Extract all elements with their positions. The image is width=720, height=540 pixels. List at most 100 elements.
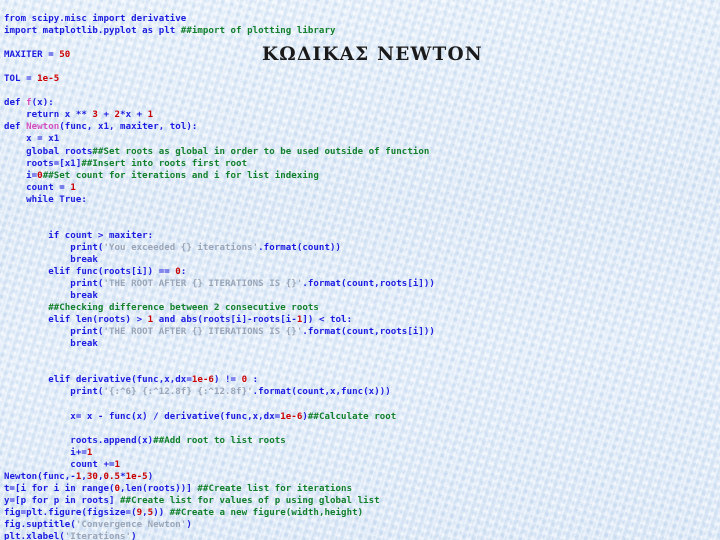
code-line: return x ** 3 + 2*x + 1 [4, 109, 720, 121]
code-line: roots=[x1]##Insert into roots first root [4, 158, 720, 170]
code-token-plain: .format(count,roots[i])) [302, 327, 435, 338]
code-token-num: 50 [59, 50, 71, 61]
code-token-plain: ) != [213, 375, 242, 386]
code-token-str: 'Convergence Newton' [75, 519, 187, 530]
code-token-plain: x = x1 [4, 134, 60, 145]
code-line: i+=1 [4, 447, 720, 459]
code-line: roots.append(x)##Add root to list roots [4, 435, 720, 447]
code-token-plain: plt.xlabel( [4, 532, 65, 540]
slide-canvas: from scipy.misc import derivative import … [0, 0, 720, 540]
code-token-com: ##Add root to list roots [153, 435, 286, 446]
code-line: x = x1 [4, 133, 720, 145]
code-token-plain: roots.append(x) [4, 435, 154, 446]
code-token-plain: (func, x1, maxiter, tol): [59, 122, 198, 133]
code-token-plain: fig.suptitle( [4, 519, 76, 530]
code-token-plain: ) [147, 471, 154, 482]
code-token-plain: global roots [4, 146, 93, 157]
code-line: break [4, 338, 720, 350]
code-token-kw: def [4, 122, 27, 133]
code-line: elif func(roots[i]) == 0: [4, 266, 720, 278]
code-token-num: 1 [70, 182, 76, 193]
code-line: ##Checking difference between 2 consecut… [4, 302, 720, 314]
python-code-listing[interactable]: from scipy.misc import derivative import … [4, 13, 720, 540]
code-token-str: 'Iterations' [64, 532, 132, 540]
code-token-plain: x= x - func(x) / derivative(func,x,dx= [4, 411, 281, 422]
code-token-plain: while True: [4, 194, 87, 205]
code-token-plain: and abs(roots[i]-roots[i- [153, 315, 297, 326]
code-token-plain: elif func(roots[i]) == [4, 266, 176, 277]
code-line: x= x - func(x) / derivative(func,x,dx=1e… [4, 411, 720, 423]
code-token-num: 1 [86, 447, 93, 458]
code-line: count = 1 [4, 182, 720, 194]
code-token-plain: from scipy.misc import derivative [4, 14, 187, 24]
code-line: fig.suptitle('Convergence Newton') [4, 519, 720, 531]
code-line: print('{:^6} {:^12.8f} {:^12.8f}'.format… [4, 386, 720, 398]
code-token-plain: : [247, 375, 259, 386]
code-token-com: ##Set roots as global in order to be use… [92, 146, 430, 157]
code-line: elif len(roots) > 1 and abs(roots[i]-roo… [4, 314, 720, 326]
code-line: print('THE ROOT AFTER {} ITERATIONS IS {… [4, 278, 720, 290]
code-line: print('THE ROOT AFTER {} ITERATIONS IS {… [4, 326, 720, 338]
code-line: def f(x): [4, 97, 720, 109]
code-token-num: 1 [147, 110, 154, 121]
code-token-num: 1e-6 [280, 411, 303, 422]
code-token-plain: if count > maxiter: [4, 230, 154, 241]
code-token-plain: print( [4, 279, 104, 290]
code-token-com: ##Insert into roots first root [81, 158, 248, 169]
code-token-fn: Newton [26, 122, 60, 133]
page-title: ΚΩΔΙΚΑΣ NEWTON [262, 44, 483, 65]
code-token-num: 1e-6 [191, 375, 214, 386]
code-token-str: 'THE ROOT AFTER {} ITERATIONS IS {}' [103, 327, 303, 338]
code-token-plain: elif len(roots) > [4, 315, 148, 326]
code-line: count +=1 [4, 459, 720, 471]
code-token-num: 0.5 [103, 471, 121, 482]
code-line: def Newton(func, x1, maxiter, tol): [4, 121, 720, 133]
code-line: print('You exceeded {} iterations'.forma… [4, 242, 720, 254]
code-token-kw: def [4, 98, 27, 109]
code-token-plain: .format(count,x,func(x))) [252, 387, 391, 398]
code-token-plain: count = [4, 182, 71, 193]
code-token-str: '{:^6} {:^12.8f} {:^12.8f}' [103, 387, 253, 398]
code-token-plain: print( [4, 327, 104, 338]
code-token-plain: + [97, 110, 115, 121]
code-token-plain: fig=plt.figure(figsize=( [4, 507, 137, 518]
code-token-num: 1 [114, 459, 121, 470]
code-token-plain: break [4, 254, 98, 265]
code-token-plain: break [4, 291, 98, 302]
code-line: global roots##Set roots as global in ord… [4, 146, 720, 158]
code-token-plain: t=[i for i in range( [4, 483, 115, 494]
code-token-plain: )) [153, 507, 170, 518]
code-token-plain: ) [186, 519, 192, 530]
code-token-plain: *x + [120, 110, 148, 121]
code-line: break [4, 290, 720, 302]
code-token-com: ##Create list for iterations [197, 483, 353, 494]
code-token-plain: count += [4, 459, 115, 470]
code-line: y=[p for p in roots] ##Create list for v… [4, 495, 720, 507]
code-line: t=[i for i in range(0,len(roots))] ##Cre… [4, 483, 720, 495]
code-line: plt.xlabel('Iterations') [4, 531, 720, 540]
code-line: break [4, 254, 720, 266]
code-token-plain: ,len(roots))] [120, 483, 198, 494]
code-token-str: 'You exceeded {} iterations' [103, 242, 259, 253]
code-token-com: ##Set count for iterations and i for lis… [42, 170, 319, 181]
code-line: if count > maxiter: [4, 230, 720, 242]
code-token-num: 1e-5 [125, 471, 148, 482]
code-line: fig=plt.figure(figsize=(9,5)) ##Create a… [4, 507, 720, 519]
code-token-plain: TOL = [4, 74, 38, 85]
code-token-plain: i+= [4, 447, 87, 458]
code-token-plain: print( [4, 242, 104, 253]
code-token-plain: break [4, 339, 98, 350]
code-token-num: 30 [86, 471, 98, 482]
code-token-com: ##import of plotting library [180, 26, 336, 37]
code-token-plain: (x): [31, 98, 54, 109]
code-line: Newton(func,-1,30,0.5*1e-5) [4, 471, 720, 483]
code-line: import matplotlib.pyplot as plt ##import… [4, 25, 720, 37]
code-token-plain: .format(count)) [258, 242, 342, 253]
code-token-plain: import matplotlib.pyplot as plt [4, 26, 181, 37]
code-token-plain: i= [4, 170, 38, 181]
